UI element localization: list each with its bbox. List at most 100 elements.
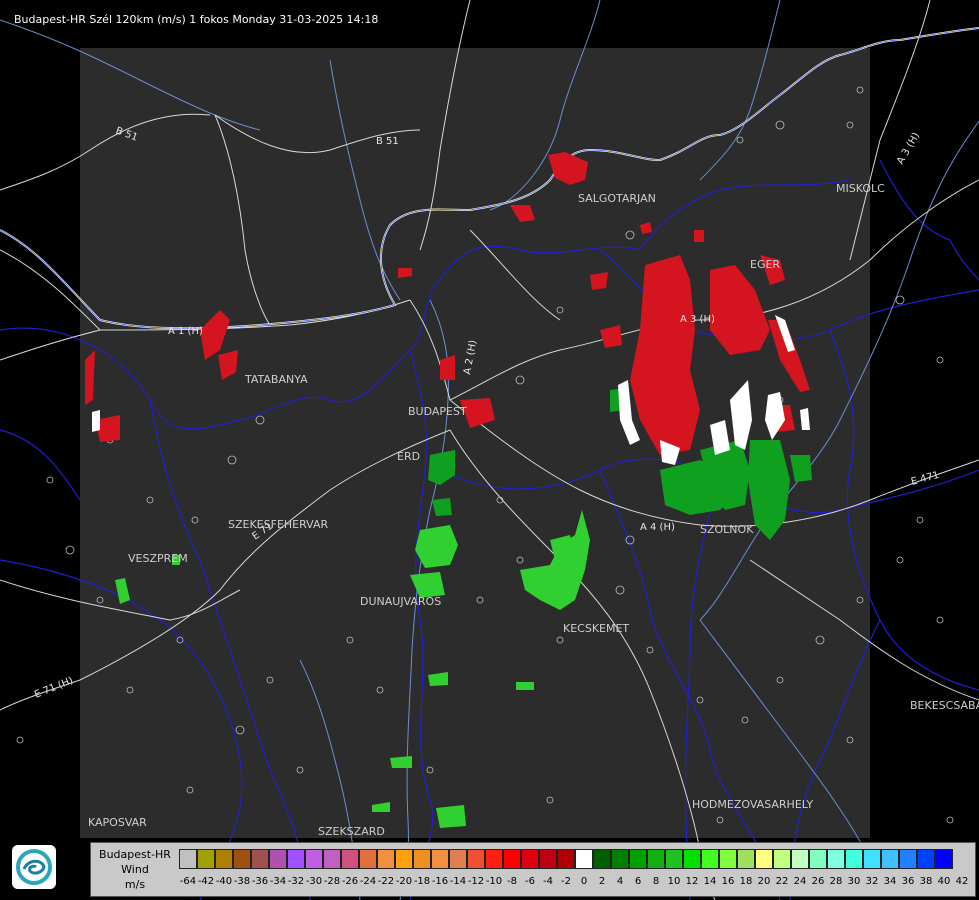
legend-swatch [899,849,917,869]
city-label-kaposvar: KAPOSVAR [88,816,147,829]
legend-tick: -20 [395,876,413,887]
legend-swatch [539,849,557,869]
legend-swatch [431,849,449,869]
legend-tick: 28 [829,876,843,887]
legend-tick: -28 [323,876,341,887]
city-label-szolnok: SZOLNOK [700,523,754,536]
legend-swatch [737,849,755,869]
legend-swatch [773,849,791,869]
legend-swatch [521,849,539,869]
legend-tick: 6 [634,876,642,887]
legend-swatch [629,849,647,869]
legend-swatch [575,849,593,869]
legend-tick: 16 [721,876,735,887]
legend-tick: 24 [793,876,807,887]
legend-swatch [647,849,665,869]
legend-swatch [611,849,629,869]
omsz-logo [12,845,56,889]
city-label-miskolc: MISKOLC [836,182,885,195]
legend-tick: 14 [703,876,717,887]
legend-swatch [881,849,899,869]
legend-tick: 38 [919,876,933,887]
legend-title: Budapest-HR Wind m/s [93,847,177,892]
road-label: B 51 [376,136,399,147]
legend-tick: 22 [775,876,789,887]
legend-tick: -40 [215,876,233,887]
legend-tick: -38 [233,876,251,887]
legend-tick: -10 [485,876,503,887]
wind-legend: Budapest-HR Wind m/s -64 -42 -40 -38 -36 -34-… [90,842,976,897]
legend-quantity: Wind [121,863,149,876]
legend-tick: -42 [197,876,215,887]
road-label: A 3 (H) [895,131,922,167]
legend-swatch [305,849,323,869]
legend-tick: 4 [616,876,624,887]
city-label-tatabanya: TATABANYA [244,373,308,386]
legend-swatch [413,849,431,869]
legend-tick: -30 [305,876,323,887]
legend-tick: -36 [251,876,269,887]
legend-tick: -12 [467,876,485,887]
legend-swatch [233,849,251,869]
legend-tick: -64 [179,876,197,887]
legend-swatch [197,849,215,869]
legend-swatch [791,849,809,869]
legend-swatch [359,849,377,869]
legend-swatch [593,849,611,869]
city-label-erd: ERD [397,450,420,463]
road-label: A 1 (H) [168,326,203,337]
legend-swatch [287,849,305,869]
legend-swatch [863,849,881,869]
road-label: A 4 (H) [640,522,675,533]
city-label-budapest: BUDAPEST [408,405,467,418]
legend-swatch [215,849,233,869]
legend-tick: -32 [287,876,305,887]
map-title: Budapest-HR Szél 120km (m/s) 1 fokos Mon… [14,13,379,26]
legend-tick: 40 [937,876,951,887]
legend-swatch [485,849,503,869]
legend-swatch [845,849,863,869]
legend-swatch [557,849,575,869]
legend-tick: 2 [598,876,606,887]
legend-tick: 26 [811,876,825,887]
legend-swatch [935,849,953,869]
legend-tick: -6 [525,876,535,887]
radar-map: B 51 B 51 A 1 (H) A 2 (H) A 3 (H) A 3 (H… [0,0,979,900]
legend-swatch [701,849,719,869]
legend-tick: 34 [883,876,897,887]
legend-swatch [377,849,395,869]
legend-tick: 32 [865,876,879,887]
legend-tick: 0 [580,876,588,887]
legend-swatch [755,849,773,869]
legend-tick: -24 [359,876,377,887]
legend-swatch [467,849,485,869]
legend-tick: -14 [449,876,467,887]
legend-tick: -22 [377,876,395,887]
legend-swatch [449,849,467,869]
legend-tick: -34 [269,876,287,887]
legend-radar-name: Budapest-HR [99,848,171,861]
legend-swatch [269,849,287,869]
legend-tick: 18 [739,876,753,887]
legend-swatch [917,849,935,869]
legend-tick: 42 [955,876,969,887]
city-label-dunaujvaros: DUNAUJVAROS [360,595,441,608]
legend-swatch [809,849,827,869]
legend-tick: 30 [847,876,861,887]
legend-swatch [683,849,701,869]
legend-tick: -4 [543,876,553,887]
city-label-szekszard: SZEKSZARD [318,825,385,838]
city-label-bekescsaba: BEKESCSABA [910,699,979,712]
road-label: A 3 (H) [680,314,715,325]
legend-swatch [341,849,359,869]
legend-swatch [323,849,341,869]
legend-swatch [665,849,683,869]
legend-swatch [395,849,413,869]
legend-tick: -26 [341,876,359,887]
legend-tick-labels: -64 -42 -40 -38 -36 -34 -32 -30 -28 -26 -24 -22 -20-… [179,876,971,890]
legend-swatch [179,849,197,869]
city-label-szekesfehervar: SZEKESFEHERVAR [228,518,329,531]
legend-tick: 12 [685,876,699,887]
legend-tick: 20 [757,876,771,887]
city-label-veszprem: VESZPREM [128,552,188,565]
